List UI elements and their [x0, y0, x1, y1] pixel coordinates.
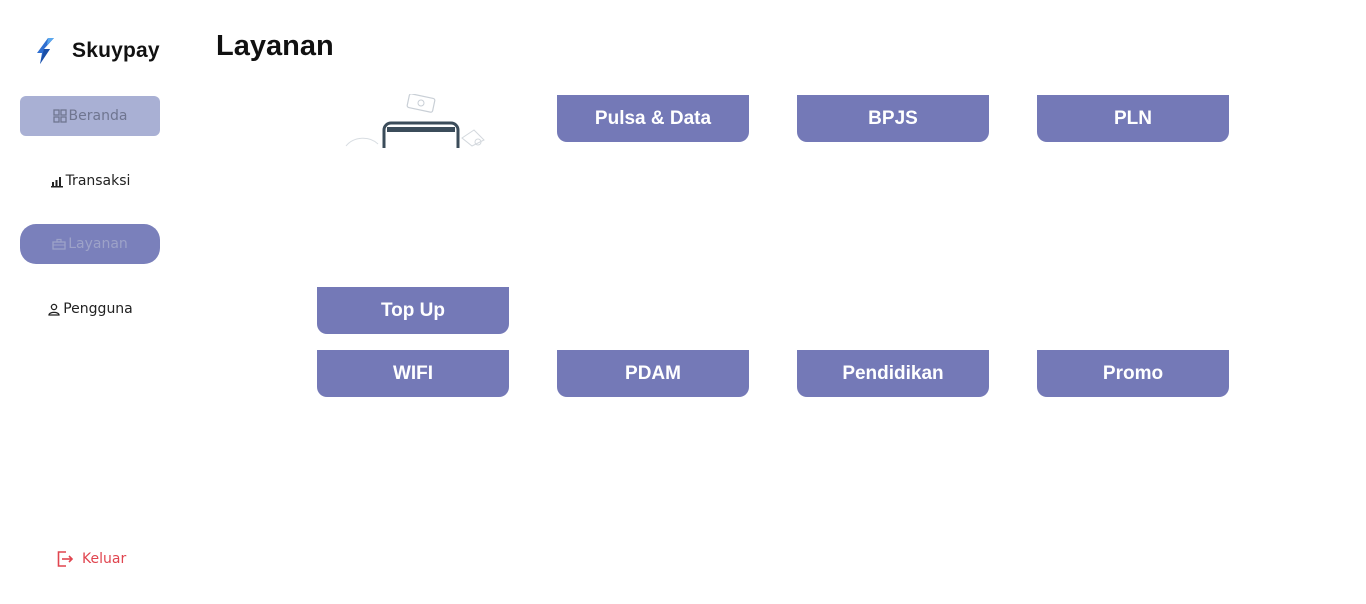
grid-icon	[52, 109, 67, 123]
service-top-up-button[interactable]: Top Up	[317, 287, 509, 334]
sidebar: Skuypay Beranda Transaksi Layanan Penggu…	[0, 0, 180, 604]
sidebar-item-pengguna[interactable]: Pengguna	[20, 289, 160, 329]
service-wifi-button[interactable]: WIFI	[317, 350, 509, 397]
sidebar-item-beranda[interactable]: Beranda	[20, 96, 160, 136]
logout-icon	[57, 551, 74, 567]
phone-illustration-icon	[345, 94, 485, 148]
service-pendidikan-button[interactable]: Pendidikan	[797, 350, 989, 397]
logout-button[interactable]: Keluar	[56, 550, 126, 568]
logout-label: Keluar	[82, 551, 127, 567]
sidebar-item-transaksi[interactable]: Transaksi	[20, 161, 160, 201]
phone-illustration	[344, 94, 496, 148]
sidebar-item-layanan[interactable]: Layanan	[20, 224, 160, 264]
skuypay-logo-icon	[37, 38, 54, 64]
page-title: Layanan	[216, 30, 334, 62]
service-pdam-button[interactable]: PDAM	[557, 350, 749, 397]
sidebar-item-label: Pengguna	[63, 301, 133, 317]
user-icon	[48, 303, 60, 316]
brand-name: Skuypay	[72, 39, 160, 62]
sidebar-item-label: Layanan	[68, 236, 128, 252]
brand[interactable]: Skuypay	[34, 36, 160, 66]
service-promo-button[interactable]: Promo	[1037, 350, 1229, 397]
briefcase-icon	[52, 238, 66, 250]
sidebar-item-label: Transaksi	[65, 173, 131, 189]
service-bpjs-button[interactable]: BPJS	[797, 95, 989, 142]
service-pulsa-data-button[interactable]: Pulsa & Data	[557, 95, 749, 142]
service-pln-button[interactable]: PLN	[1037, 95, 1229, 142]
sidebar-item-label: Beranda	[68, 108, 128, 124]
bar-chart-icon	[50, 177, 63, 188]
